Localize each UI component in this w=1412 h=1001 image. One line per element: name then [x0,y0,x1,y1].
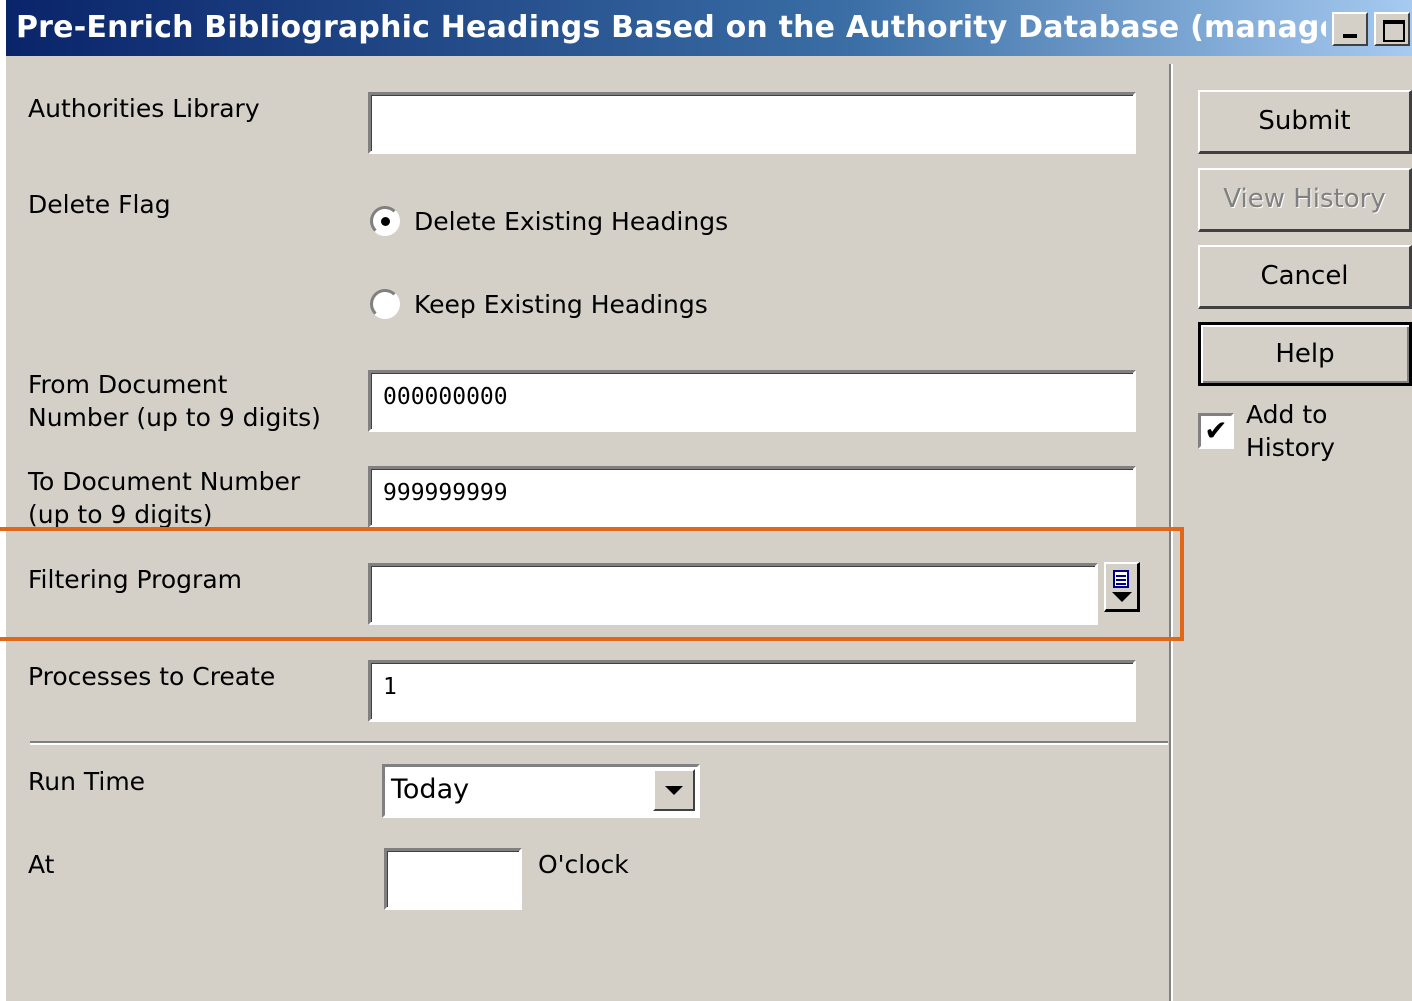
title-bar[interactable]: Pre-Enrich Bibliographic Headings Based … [6,0,1412,56]
delete-existing-label[interactable]: Delete Existing Headings [414,205,728,238]
minimize-icon [1343,34,1357,38]
run-time-select[interactable]: Today [382,764,700,818]
at-label: At [28,850,55,879]
submit-button[interactable]: Submit [1198,90,1412,154]
section-divider [30,741,1168,745]
to-document-label-1: To Document Number [28,467,301,496]
filtering-program-lookup-button[interactable] [1104,562,1140,612]
list-icon [1113,570,1129,588]
view-history-button[interactable]: View History [1198,168,1412,232]
processes-label: Processes to Create [28,662,276,691]
keep-existing-label[interactable]: Keep Existing Headings [414,288,708,321]
add-to-history-label-1: Add to [1246,400,1328,429]
run-time-value: Today [391,774,470,805]
to-document-label-2: (up to 9 digits) [28,500,213,529]
delete-flag-label: Delete Flag [28,190,171,219]
to-document-input[interactable]: 999999999 [368,466,1136,528]
keep-existing-radio[interactable] [370,289,400,319]
processes-input[interactable]: 1 [368,660,1136,722]
vertical-divider [1169,64,1173,1001]
run-time-label: Run Time [28,767,146,796]
maximize-button[interactable] [1374,12,1410,46]
dialog-window: Pre-Enrich Bibliographic Headings Based … [6,0,1412,1001]
add-to-history-label-2: History [1246,433,1335,462]
authorities-library-input[interactable] [368,92,1136,154]
delete-existing-radio[interactable] [370,206,400,236]
help-button[interactable]: Help [1198,322,1412,386]
maximize-icon [1383,20,1405,42]
from-document-label-1: From Document [28,370,228,399]
checkmark-icon: ✔ [1204,414,1228,447]
add-to-history-checkbox[interactable]: ✔ [1198,413,1234,449]
cancel-button[interactable]: Cancel [1198,245,1412,309]
oclock-label: O'clock [538,850,629,879]
arrow-down-icon [1112,592,1132,602]
filtering-program-label: Filtering Program [28,565,243,594]
authorities-library-label: Authorities Library [28,94,260,123]
at-input[interactable] [384,848,522,910]
from-document-input[interactable]: 000000000 [368,370,1136,432]
window-title: Pre-Enrich Bibliographic Headings Based … [16,10,1326,45]
from-document-label-2: Number (up to 9 digits) [28,403,321,432]
filtering-program-input[interactable] [368,563,1098,625]
chevron-down-icon[interactable] [653,769,695,811]
radio-selected-dot [381,217,390,226]
minimize-button[interactable] [1332,12,1368,46]
